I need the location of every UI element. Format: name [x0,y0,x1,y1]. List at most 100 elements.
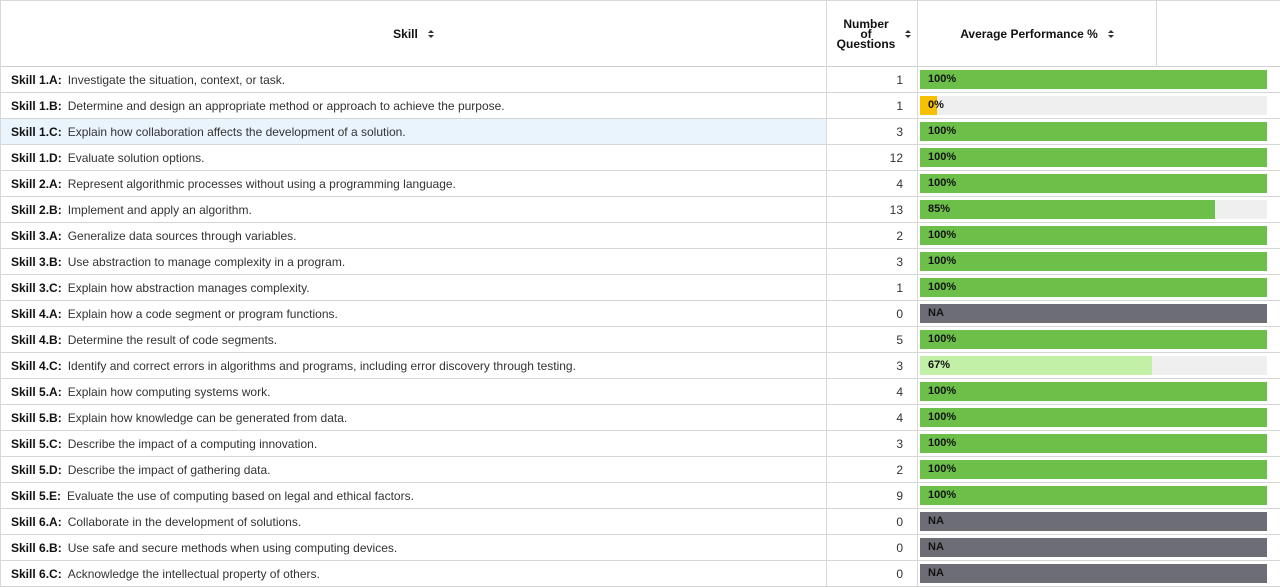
performance-bar-fill [920,434,1267,453]
column-header-number-of-questions[interactable]: Number of Questions [827,1,918,67]
question-count: 0 [827,509,918,534]
skill-cell: Skill 1.B: Determine and design an approp… [0,93,827,118]
question-count: 3 [827,119,918,144]
performance-bar-fill [920,304,1267,323]
table-row[interactable]: Skill 1.D: Evaluate solution options. 12 10… [0,145,1280,171]
skill-code: Skill 1.B: [11,98,62,113]
skill-cell: Skill 2.B: Implement and apply an algorit… [0,197,827,222]
question-count: 1 [827,93,918,118]
column-header-empty [1157,1,1269,67]
performance-value: NA [928,541,944,553]
performance-bar-fill [920,538,1267,557]
performance-value: 100% [928,489,957,501]
skill-cell: Skill 2.A: Represent algorithmic processe… [0,171,827,196]
performance-bar-fill [920,122,1267,141]
skill-cell: Skill 6.B: Use safe and secure methods wh… [0,535,827,560]
table-row[interactable]: Skill 6.C: Acknowledge the intellectual p… [0,561,1280,587]
table-row[interactable]: Skill 5.A: Explain how computing systems … [0,379,1280,405]
skill-description: Use safe and secure methods when using c… [67,540,398,555]
table-row[interactable]: Skill 3.A: Generalize data sources throug… [0,223,1280,249]
performance-bar-track: 100% [920,382,1267,401]
sort-icon[interactable] [1107,30,1114,38]
performance-cell: 100% [918,171,1270,196]
skill-code: Skill 1.C: [11,124,62,139]
column-header-average-performance[interactable]: Average Performance % [918,1,1157,67]
performance-value: 100% [928,333,957,345]
performance-value: 0% [928,99,944,111]
performance-value: 100% [928,463,957,475]
performance-value: 85% [928,203,951,215]
table-row[interactable]: Skill 3.C: Explain how abstraction manage… [0,275,1280,301]
performance-cell: 100% [918,145,1270,170]
table-row[interactable]: Skill 3.B: Use abstraction to manage comp… [0,249,1280,275]
skill-code: Skill 2.A: [11,176,62,191]
skill-code: Skill 5.A: [11,384,62,399]
skill-description: Determine and design an appropriate meth… [67,98,505,113]
table-row[interactable]: Skill 6.B: Use safe and secure methods wh… [0,535,1280,561]
table-header: Skill Number of Questions Average Perfor… [0,0,1280,67]
performance-cell: 100% [918,457,1270,482]
performance-cell: 100% [918,223,1270,248]
table-row[interactable]: Skill 4.B: Determine the result of code s… [0,327,1280,353]
table-row[interactable]: Skill 2.B: Implement and apply an algorit… [0,197,1280,223]
question-count: 3 [827,249,918,274]
skill-description: Evaluate solution options. [67,150,205,165]
table-row[interactable]: Skill 5.D: Describe the impact of gatheri… [0,457,1280,483]
skill-cell: Skill 5.B: Explain how knowledge can be g… [0,405,827,430]
skill-cell: Skill 3.B: Use abstraction to manage comp… [0,249,827,274]
performance-value: 100% [928,73,957,85]
performance-bar-track: 100% [920,174,1267,193]
column-header-skill[interactable]: Skill [0,1,827,67]
skill-description: Evaluate the use of computing based on l… [67,488,414,503]
table-row[interactable]: Skill 1.B: Determine and design an approp… [0,93,1280,119]
performance-cell: 100% [918,379,1270,404]
skill-cell: Skill 5.E: Evaluate the use of computing … [0,483,827,508]
question-count: 4 [827,171,918,196]
skill-code: Skill 5.E: [11,488,62,503]
table-row[interactable]: Skill 6.A: Collaborate in the development… [0,509,1280,535]
skill-cell: Skill 3.C: Explain how abstraction manage… [0,275,827,300]
table-row[interactable]: Skill 1.A: Investigate the situation, con… [0,67,1280,93]
performance-cell: NA [918,301,1270,326]
skill-code: Skill 3.C: [11,280,62,295]
skill-code: Skill 5.B: [11,410,62,425]
table-row[interactable]: Skill 5.C: Describe the impact of a compu… [0,431,1280,457]
table-row[interactable]: Skill 4.A: Explain how a code segment or … [0,301,1280,327]
performance-cell: 100% [918,405,1270,430]
table-row[interactable]: Skill 2.A: Represent algorithmic processe… [0,171,1280,197]
performance-bar-fill [920,174,1267,193]
performance-cell: 85% [918,197,1270,222]
question-count: 4 [827,405,918,430]
performance-cell: 100% [918,483,1270,508]
performance-value: 100% [928,281,957,293]
sort-icon[interactable] [905,30,912,38]
performance-bar-fill [920,564,1267,583]
skill-description: Explain how knowledge can be generated f… [67,410,348,425]
performance-bar-track: NA [920,564,1267,583]
performance-bar-fill [920,252,1267,271]
skill-cell: Skill 4.A: Explain how a code segment or … [0,301,827,326]
performance-value: 100% [928,125,957,137]
performance-cell: 100% [918,249,1270,274]
performance-bar-fill [920,382,1267,401]
skill-cell: Skill 1.A: Investigate the situation, con… [0,67,827,92]
skill-description: Represent algorithmic processes without … [67,176,456,191]
performance-cell: NA [918,535,1270,560]
performance-bar-track: 0% [920,96,1267,115]
performance-cell: 0% [918,93,1270,118]
sort-icon[interactable] [427,30,434,38]
skill-description: Acknowledge the intellectual property of… [67,566,320,581]
table-row[interactable]: Skill 4.C: Identify and correct errors in… [0,353,1280,379]
skill-code: Skill 4.B: [11,332,62,347]
performance-cell: NA [918,561,1270,586]
performance-bar-fill [920,486,1267,505]
table-row[interactable]: Skill 1.C: Explain how collaboration affe… [0,119,1280,145]
performance-value: 100% [928,255,957,267]
table-row[interactable]: Skill 5.B: Explain how knowledge can be g… [0,405,1280,431]
table-row[interactable]: Skill 5.E: Evaluate the use of computing … [0,483,1280,509]
performance-bar-track: NA [920,538,1267,557]
performance-value: 100% [928,385,957,397]
skill-code: Skill 6.B: [11,540,62,555]
skill-code: Skill 6.A: [11,514,62,529]
performance-cell: 100% [918,67,1270,92]
